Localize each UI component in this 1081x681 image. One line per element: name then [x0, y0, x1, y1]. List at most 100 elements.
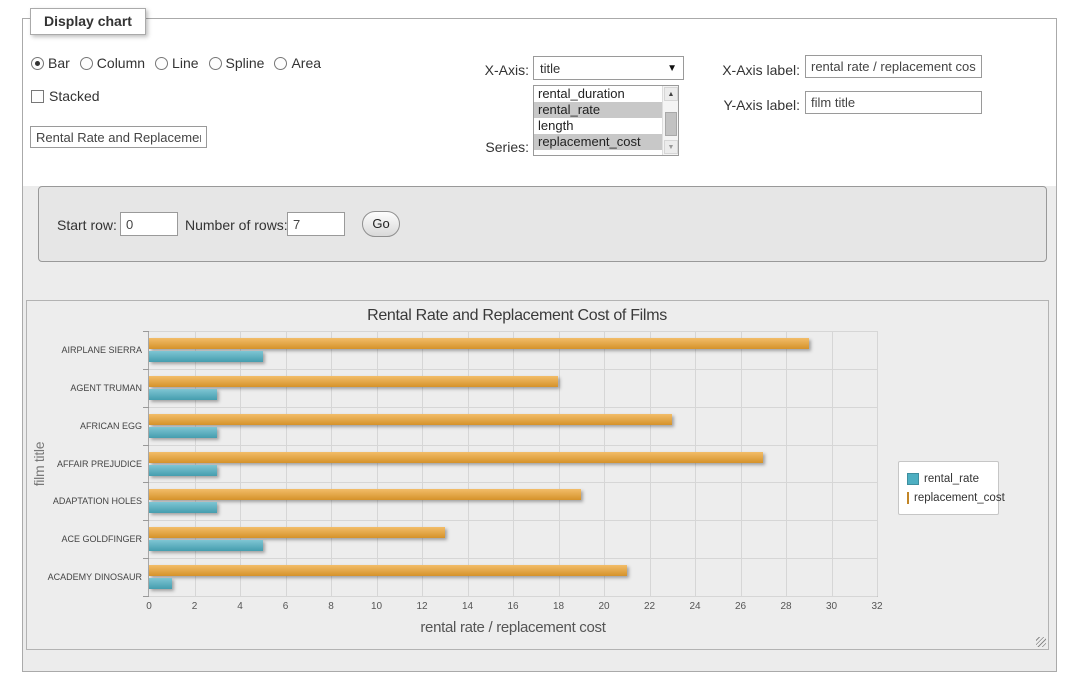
stacked-checkbox-row[interactable]: Stacked [31, 88, 100, 104]
bar-replacement_cost[interactable] [149, 376, 558, 387]
radio-label: Column [97, 55, 145, 71]
legend-swatch-icon [907, 492, 909, 504]
x-axis-label-input[interactable] [805, 55, 982, 78]
series-multiselect[interactable]: rental_durationrental_ratelengthreplacem… [533, 85, 679, 156]
gridline [468, 331, 469, 596]
bar-rental_rate[interactable] [149, 389, 217, 400]
start-row-input[interactable] [120, 212, 178, 236]
bar-replacement_cost[interactable] [149, 565, 627, 576]
gridline [149, 520, 877, 521]
radio-icon[interactable] [209, 57, 222, 70]
legend-label: replacement_cost [914, 492, 1005, 504]
x-axis-tick-label: 26 [728, 601, 754, 612]
chart-title: Rental Rate and Replacement Cost of Film… [27, 307, 1007, 325]
bar-replacement_cost[interactable] [149, 414, 672, 425]
series-select-label: Series: [455, 139, 529, 155]
bar-replacement_cost[interactable] [149, 489, 581, 500]
scroll-up-icon[interactable]: ▲ [664, 87, 678, 101]
category-label: AIRPLANE SIERRA [37, 345, 142, 355]
bar-replacement_cost[interactable] [149, 338, 809, 349]
category-label: ADAPTATION HOLES [37, 496, 142, 506]
bar-rental_rate[interactable] [149, 540, 263, 551]
x-axis-tick-label: 20 [591, 601, 617, 612]
scrollbar-thumb[interactable] [665, 112, 677, 136]
gridline [741, 331, 742, 596]
x-axis-tick-label: 16 [500, 601, 526, 612]
y-axis-tick [143, 407, 149, 408]
stacked-label: Stacked [49, 88, 100, 104]
chart-type-radio-line[interactable]: Line [155, 55, 198, 71]
category-label: ACADEMY DINOSAUR [37, 572, 142, 582]
x-axis-tick-label: 22 [637, 601, 663, 612]
chart-type-radio-bar[interactable]: Bar [31, 55, 70, 71]
y-axis-tick [143, 558, 149, 559]
num-rows-label: Number of rows: [185, 217, 288, 233]
series-option-length[interactable]: length [534, 118, 663, 134]
radio-icon[interactable] [31, 57, 44, 70]
radio-icon[interactable] [80, 57, 93, 70]
x-axis-select[interactable]: title ▼ [533, 56, 684, 80]
gridline [695, 331, 696, 596]
resize-handle-icon[interactable] [1036, 637, 1046, 647]
bar-rental_rate[interactable] [149, 578, 172, 589]
gridline [377, 331, 378, 596]
category-label: AFRICAN EGG [37, 421, 142, 431]
x-axis-tick-label: 28 [773, 601, 799, 612]
chart-type-radio-area[interactable]: Area [274, 55, 321, 71]
go-button[interactable]: Go [362, 211, 400, 237]
series-option-rental_rate[interactable]: rental_rate [534, 102, 663, 118]
gridline [286, 331, 287, 596]
bar-replacement_cost[interactable] [149, 527, 445, 538]
page: Display chart BarColumnLineSplineArea St… [0, 0, 1081, 681]
bar-rental_rate[interactable] [149, 502, 217, 513]
gridline [650, 331, 651, 596]
radio-label: Area [291, 55, 321, 71]
radio-label: Spline [226, 55, 265, 71]
legend-label: rental_rate [924, 473, 979, 485]
gridline [559, 331, 560, 596]
gridline [513, 331, 514, 596]
radio-icon[interactable] [274, 57, 287, 70]
stacked-checkbox[interactable] [31, 90, 44, 103]
gridline [422, 331, 423, 596]
x-axis-tick-label: 8 [318, 601, 344, 612]
bar-rental_rate[interactable] [149, 465, 217, 476]
x-axis-tick-label: 10 [364, 601, 390, 612]
series-list-scrollbar[interactable]: ▲ ▼ [662, 86, 678, 155]
radio-icon[interactable] [155, 57, 168, 70]
bar-rental_rate[interactable] [149, 351, 263, 362]
x-axis-label-label: X-Axis label: [712, 62, 800, 78]
y-axis-tick [143, 369, 149, 370]
chart-legend: rental_rate replacement_cost [898, 461, 999, 515]
chart-type-radio-spline[interactable]: Spline [209, 55, 265, 71]
gridline [240, 331, 241, 596]
legend-item-replacement_cost[interactable]: replacement_cost [907, 488, 990, 507]
scroll-down-icon[interactable]: ▼ [664, 140, 678, 154]
y-axis-tick [143, 482, 149, 483]
gridline [832, 331, 833, 596]
y-axis-label-input[interactable] [805, 91, 982, 114]
x-axis-select-label: X-Axis: [455, 62, 529, 78]
bar-replacement_cost[interactable] [149, 452, 763, 463]
y-axis-tick [143, 520, 149, 521]
gridline [877, 331, 878, 596]
x-axis-selected-value: title [540, 61, 560, 76]
y-axis-tick [143, 445, 149, 446]
num-rows-input[interactable] [287, 212, 345, 236]
series-option-replacement_cost[interactable]: replacement_cost [534, 134, 663, 150]
y-axis-label-label: Y-Axis label: [712, 97, 800, 113]
legend-item-rental_rate[interactable]: rental_rate [907, 469, 990, 488]
start-row-label: Start row: [57, 217, 117, 233]
chevron-down-icon: ▼ [667, 63, 677, 74]
bar-rental_rate[interactable] [149, 427, 217, 438]
series-option-rental_duration[interactable]: rental_duration [534, 86, 663, 102]
chart-title-input[interactable] [30, 126, 207, 148]
category-label: ACE GOLDFINGER [37, 534, 142, 544]
x-axis-title: rental rate / replacement cost [149, 619, 877, 636]
chart-type-radio-column[interactable]: Column [80, 55, 145, 71]
y-axis-tick [143, 331, 149, 332]
radio-label: Bar [48, 55, 70, 71]
radio-label: Line [172, 55, 198, 71]
gridline [149, 558, 877, 559]
gridline [149, 445, 877, 446]
